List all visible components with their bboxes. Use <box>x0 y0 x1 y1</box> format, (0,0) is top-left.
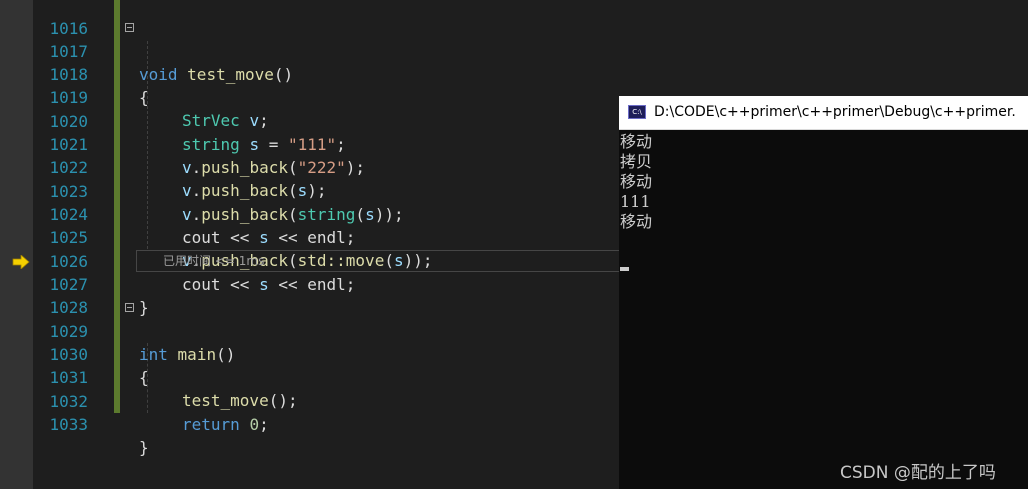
code-line[interactable]: 1030 { <box>0 320 620 387</box>
keyword: return <box>182 415 240 434</box>
console-output: 移动 拷贝 移动 111 移动 <box>620 132 652 232</box>
code-line[interactable]: 1026 cout << s << endl; <box>0 227 620 294</box>
code-line[interactable]: 1023 v.push_back(string(s)); <box>0 157 620 224</box>
code-line[interactable]: 1020 string s = "111"; <box>0 87 620 154</box>
console-line: 移动 <box>620 212 653 231</box>
code-line: 1016 <box>0 0 620 38</box>
code-line[interactable]: 1022 v.push_back(s); <box>0 133 620 200</box>
console-line: 111 <box>620 192 651 211</box>
elapsed-time-tip[interactable]: 已用时间 <= 1ms <box>163 252 264 270</box>
console-title-bar[interactable]: C:\ D:\CODE\c++primer\c++primer\Debug\c+… <box>619 96 1028 130</box>
code-line[interactable]: 1033 } <box>0 390 620 457</box>
console-cursor <box>620 267 629 271</box>
code-line[interactable]: 1017 void test_move() <box>0 17 620 84</box>
console-window[interactable]: C:\ D:\CODE\c++primer\c++primer\Debug\c+… <box>619 96 1028 489</box>
console-app-icon: C:\ <box>628 105 646 119</box>
console-line: 移动 <box>620 172 653 191</box>
code-line[interactable]: 1018 { <box>0 40 620 107</box>
code-line[interactable]: 1028 <box>0 273 620 317</box>
code-line[interactable]: 1019 StrVec v; <box>0 63 620 130</box>
code-line[interactable]: 1032 return 0; <box>0 367 620 434</box>
watermark: CSDN @配的上了吗 <box>840 463 996 483</box>
code-line[interactable]: 1027 } <box>0 250 620 317</box>
code-line[interactable]: 1031 test_move(); <box>0 343 620 410</box>
code-line[interactable]: 1024 cout << s << endl; <box>0 180 620 247</box>
brace: } <box>139 438 149 457</box>
punctuation: ; <box>259 415 269 434</box>
line-number: 1033 <box>49 415 88 434</box>
code-line[interactable]: 1025 v.push_back(std::move(s)); <box>0 203 620 270</box>
console-title: D:\CODE\c++primer\c++primer\Debug\c++pri… <box>654 104 1016 120</box>
code-line[interactable]: 1029 int main() <box>0 297 620 364</box>
code-line[interactable]: 1021 v.push_back("222"); <box>0 110 620 177</box>
number-literal: 0 <box>249 415 260 434</box>
console-line: 拷贝 <box>620 152 653 171</box>
console-line: 移动 <box>620 132 653 151</box>
